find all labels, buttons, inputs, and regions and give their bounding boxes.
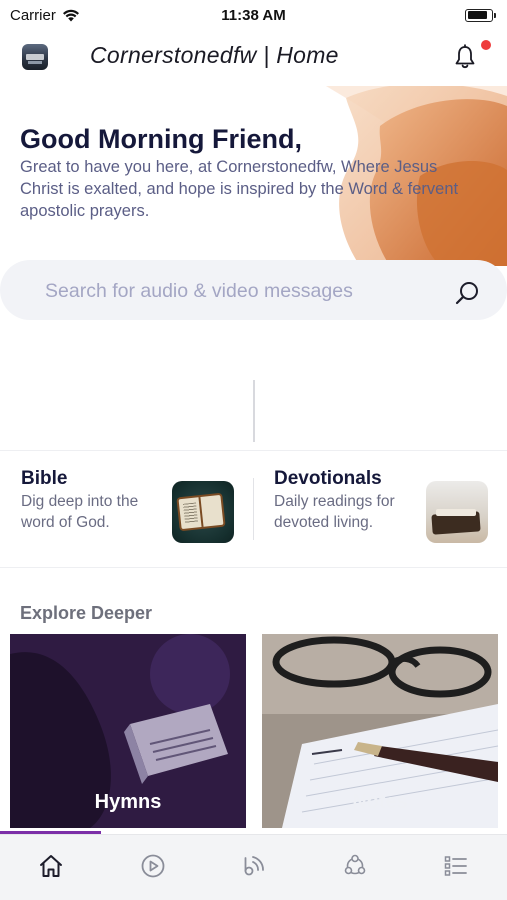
home-icon[interactable]	[37, 852, 65, 880]
notification-badge	[481, 40, 491, 50]
play-icon[interactable]	[139, 852, 167, 880]
notes-tile[interactable]: Notes	[262, 634, 498, 828]
list-icon[interactable]	[442, 852, 470, 880]
status-left: Carrier	[10, 7, 80, 24]
status-bar: Carrier 11:38 AM	[0, 0, 507, 30]
hymns-tile[interactable]: Hymns	[10, 634, 246, 828]
devotionals-card-desc: Daily readings for devoted living.	[274, 493, 395, 531]
greeting-heading: Good Morning Friend,	[20, 124, 302, 154]
battery-icon	[465, 8, 496, 22]
app-logo[interactable]	[22, 44, 48, 70]
bell-icon[interactable]	[454, 44, 476, 70]
bible-card-desc: Dig deep into the word of God.	[21, 493, 139, 531]
devotionals-thumbnail[interactable]	[426, 481, 488, 543]
explore-section-title: Explore Deeper	[20, 603, 153, 623]
bottom-nav	[0, 834, 507, 900]
search-placeholder: Search for audio & video messages	[45, 280, 353, 302]
carrier-label: Carrier	[10, 6, 56, 24]
page-title: Cornerstonedfw | Home	[90, 42, 339, 68]
book-image	[178, 494, 224, 530]
hero-banner: Good Morning Friend, Great to have you h…	[0, 86, 507, 266]
app-header: Cornerstonedfw | Home	[0, 34, 507, 80]
notes-label: Notes	[352, 791, 408, 813]
search-input[interactable]: Search for audio & video messages	[0, 260, 507, 320]
card-divider	[253, 478, 254, 540]
devotionals-card-title[interactable]: Devotionals	[274, 468, 382, 490]
battery-level	[467, 11, 488, 19]
bible-card-title[interactable]: Bible	[21, 468, 67, 490]
divider	[253, 380, 255, 442]
search-icon[interactable]	[454, 280, 480, 306]
community-icon[interactable]	[341, 852, 369, 880]
podcast-icon[interactable]	[240, 852, 268, 880]
welcome-text: Great to have you here, at Cornerstonedf…	[20, 158, 459, 220]
hymns-label: Hymns	[94, 791, 162, 813]
bible-thumbnail[interactable]	[172, 481, 234, 543]
wifi-icon	[62, 9, 79, 21]
